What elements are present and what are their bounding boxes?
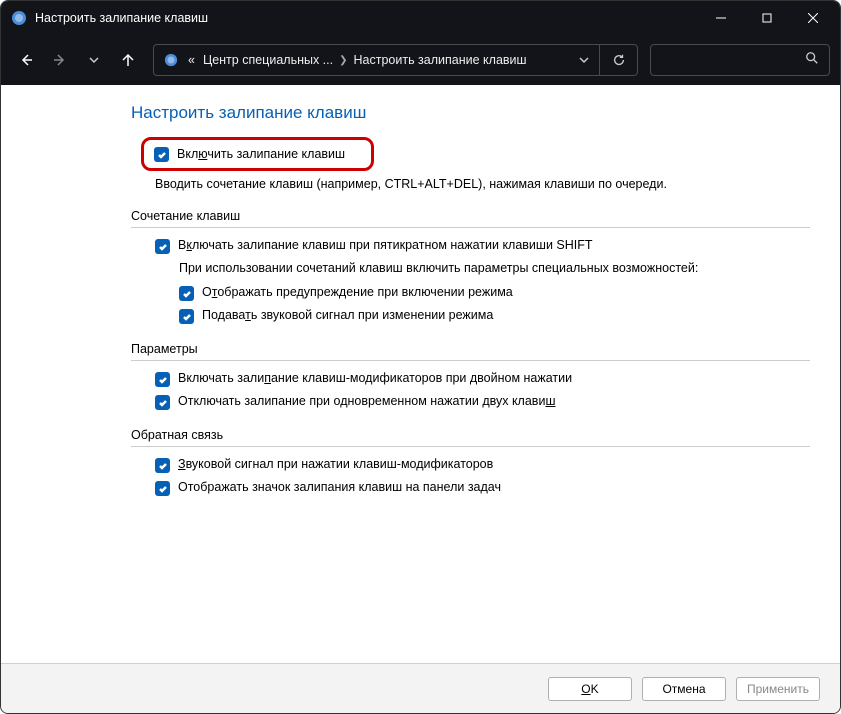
turnoff-two-checkbox[interactable] <box>155 395 170 410</box>
chevron-right-icon: ❯ <box>339 55 347 66</box>
section-shortcut-title: Сочетание клавиш <box>131 209 810 223</box>
sound-change-label: Подавать звуковой сигнал при изменении р… <box>202 308 493 322</box>
search-input[interactable] <box>650 44 830 76</box>
apply-button[interactable]: Применить <box>736 677 820 701</box>
lock-modifier-checkbox[interactable] <box>155 372 170 387</box>
highlight-annotation: Включить залипание клавиш <box>141 137 374 171</box>
titlebar: Настроить залипание клавиш <box>1 1 840 35</box>
content-area: Настроить залипание клавиш Включить зали… <box>1 85 840 663</box>
shift5-label: Включать залипание клавиш при пятикратно… <box>178 238 593 252</box>
sound-modifier-label: Звуковой сигнал при нажатии клавиш-модиф… <box>178 457 493 471</box>
enable-sticky-keys-label: Включить залипание клавиш <box>177 147 345 161</box>
section-params-title: Параметры <box>131 342 810 356</box>
breadcrumb[interactable]: « Центр специальных ... ❯ Настроить зали… <box>153 44 638 76</box>
close-button[interactable] <box>790 1 836 35</box>
refresh-button[interactable] <box>599 45 637 75</box>
section-feedback-title: Обратная связь <box>131 428 810 442</box>
back-button[interactable] <box>11 45 41 75</box>
main-description: Вводить сочетание клавиш (например, CTRL… <box>155 177 810 191</box>
taskbar-icon-label: Отображать значок залипания клавиш на па… <box>178 480 501 494</box>
window-title: Настроить залипание клавиш <box>35 11 698 25</box>
maximize-button[interactable] <box>744 1 790 35</box>
breadcrumb-item-1[interactable]: Центр специальных ... <box>199 53 337 67</box>
turnoff-two-label: Отключать залипание при одновременном на… <box>178 394 555 408</box>
cancel-button[interactable]: Отмена <box>642 677 726 701</box>
app-icon <box>11 10 27 26</box>
lock-modifier-label: Включать залипание клавиш-модификаторов … <box>178 371 572 385</box>
breadcrumb-icon <box>158 53 184 67</box>
breadcrumb-item-2[interactable]: Настроить залипание клавиш <box>350 53 531 67</box>
taskbar-icon-checkbox[interactable] <box>155 481 170 496</box>
section-params: Параметры Включать залипание клавиш-моди… <box>131 342 810 410</box>
warning-label: Отображать предупреждение при включении … <box>202 285 513 299</box>
recent-dropdown[interactable] <box>79 45 109 75</box>
shift5-checkbox[interactable] <box>155 239 170 254</box>
section-feedback: Обратная связь Звуковой сигнал при нажат… <box>131 428 810 496</box>
control-panel-window: Настроить залипание клавиш « Центр специ… <box>0 0 841 714</box>
breadcrumb-dropdown[interactable] <box>569 55 599 65</box>
enable-sticky-keys-checkbox[interactable] <box>154 147 169 162</box>
section-shortcut: Сочетание клавиш Включать залипание клав… <box>131 209 810 324</box>
search-icon <box>805 51 819 70</box>
minimize-button[interactable] <box>698 1 744 35</box>
breadcrumb-prefix[interactable]: « <box>184 53 199 67</box>
navbar: « Центр специальных ... ❯ Настроить зали… <box>1 35 840 85</box>
up-button[interactable] <box>113 45 143 75</box>
forward-button[interactable] <box>45 45 75 75</box>
footer: OK Отмена Применить <box>1 663 840 713</box>
page-heading: Настроить залипание клавиш <box>131 103 810 123</box>
sound-modifier-checkbox[interactable] <box>155 458 170 473</box>
warning-checkbox[interactable] <box>179 286 194 301</box>
ok-button[interactable]: OK <box>548 677 632 701</box>
shortcut-sub-desc: При использовании сочетаний клавиш включ… <box>179 261 810 275</box>
sound-change-checkbox[interactable] <box>179 309 194 324</box>
